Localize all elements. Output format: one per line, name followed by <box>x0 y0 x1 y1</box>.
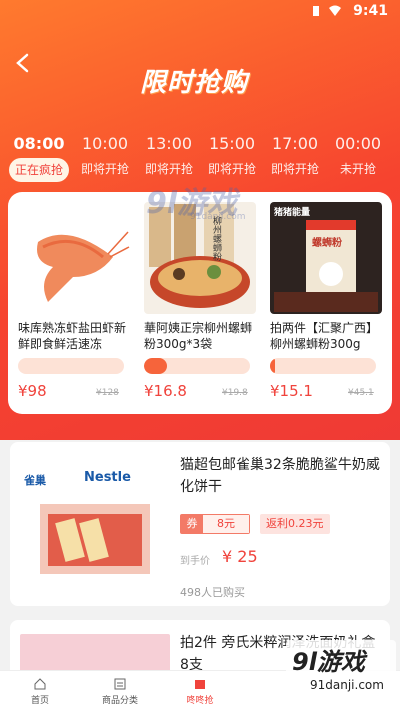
tab-state: 未开抢 <box>339 162 376 176</box>
flash-item[interactable]: 味库熟冻虾盐田虾新鲜即食鲜活速冻 ¥98 ¥128 <box>18 202 130 402</box>
coupon-badge: 券 8元 <box>180 514 250 534</box>
tab-time: 08:00 <box>13 134 65 153</box>
page-title: 限时抢购 <box>140 68 249 98</box>
progress-bar <box>144 358 250 374</box>
nav-home[interactable]: 首页 <box>0 671 80 711</box>
brand-logo: Nestle <box>84 470 131 485</box>
tab-time: 00:00 <box>334 134 382 153</box>
flash-item[interactable]: 柳州螺蛳粉 華阿姨正宗柳州螺蛳粉300g*3袋 ¥16.8 ¥19.8 <box>144 202 256 402</box>
image-brand: 猪猪能量 <box>274 208 311 218</box>
progress-bar <box>18 358 124 374</box>
wifi-icon <box>329 5 341 16</box>
flash-price: ¥16.8 <box>144 382 187 400</box>
tab-1000[interactable]: 10:00 即将开抢 <box>74 132 136 186</box>
flash-old-price: ¥45.1 <box>348 388 374 398</box>
tab-time: 10:00 <box>81 134 129 153</box>
hand-price-label: 到手价 <box>180 556 210 567</box>
nav-category[interactable]: 商品分类 <box>80 671 160 711</box>
flash-sale-icon <box>195 680 205 689</box>
tab-state: 即将开抢 <box>207 162 256 176</box>
flash-item-name: 拍两件【汇聚广西】柳州螺蛳粉300g <box>270 321 379 351</box>
nav-label: 咚咚抢 <box>186 696 214 706</box>
flash-price: ¥98 <box>18 382 47 400</box>
tab-0800[interactable]: 08:00 正在疯抢 <box>8 132 70 186</box>
snail-noodle-package-image: 猪猪能量 螺蛳粉 <box>270 202 382 314</box>
tab-1700[interactable]: 17:00 即将开抢 <box>264 132 326 186</box>
coupon-value: 8元 <box>203 515 249 533</box>
product-image: 雀巢 Nestle <box>20 456 170 596</box>
flash-item-name: 華阿姨正宗柳州螺蛳粉300g*3袋 <box>144 321 253 351</box>
tab-time: 17:00 <box>271 134 319 153</box>
brand-label: 雀巢 <box>24 474 46 487</box>
flash-price: ¥15.1 <box>270 382 313 400</box>
back-icon[interactable] <box>12 52 34 74</box>
watermark-sub: 91danji.com <box>190 212 246 222</box>
product-card[interactable]: 雀巢 Nestle 猫超包邮雀巢32条脆脆鲨牛奶威化饼干 券 8元 返利0.23… <box>10 442 390 606</box>
tab-state: 即将开抢 <box>144 162 193 176</box>
category-icon <box>114 678 126 690</box>
status-bar: 9:41 <box>0 0 400 24</box>
flash-old-price: ¥19.8 <box>222 388 248 398</box>
flash-item[interactable]: 猪猪能量 螺蛳粉 拍两件【汇聚广西】柳州螺蛳粉300g ¥15.1 ¥45.1 <box>270 202 382 402</box>
home-icon <box>34 678 46 690</box>
hand-price: ¥ 25 <box>222 547 258 566</box>
tab-state: 即将开抢 <box>270 162 319 176</box>
flash-old-price: ¥128 <box>96 388 119 398</box>
progress-bar <box>270 358 376 374</box>
tab-time: 13:00 <box>145 134 193 153</box>
bought-count: 498人已购买 <box>180 586 245 599</box>
tab-state: 正在疯抢 <box>9 158 69 182</box>
flash-item-name: 味库熟冻虾盐田虾新鲜即食鲜活速冻 <box>18 321 127 351</box>
status-time: 9:41 <box>353 3 388 19</box>
battery-icon <box>313 6 319 16</box>
watermark-logo: 9l游戏 91danji.com <box>286 640 396 700</box>
tab-0000[interactable]: 00:00 未开抢 <box>327 132 389 186</box>
nav-label: 商品分类 <box>101 696 138 706</box>
watermark-small: 91danji.com <box>310 678 384 692</box>
nav-label: 首页 <box>30 696 49 706</box>
rebate-badge: 返利0.23元 <box>260 514 330 534</box>
shrimp-image <box>18 202 130 314</box>
tab-time: 15:00 <box>208 134 256 153</box>
flash-sale-card: 味库熟冻虾盐田虾新鲜即食鲜活速冻 ¥98 ¥128 柳州螺蛳粉 華阿姨正宗柳州螺… <box>8 192 392 414</box>
coupon-tag: 券 <box>181 515 203 533</box>
image-text: 螺蛳粉 <box>312 238 342 249</box>
image-text: 柳州螺蛳粉 <box>211 216 221 261</box>
watermark-big: 9l游戏 <box>292 648 365 676</box>
tab-state: 即将开抢 <box>80 162 129 176</box>
nav-flash-sale[interactable]: 咚咚抢 <box>160 671 240 711</box>
product-title: 猫超包邮雀巢32条脆脆鲨牛奶威化饼干 <box>180 457 380 495</box>
